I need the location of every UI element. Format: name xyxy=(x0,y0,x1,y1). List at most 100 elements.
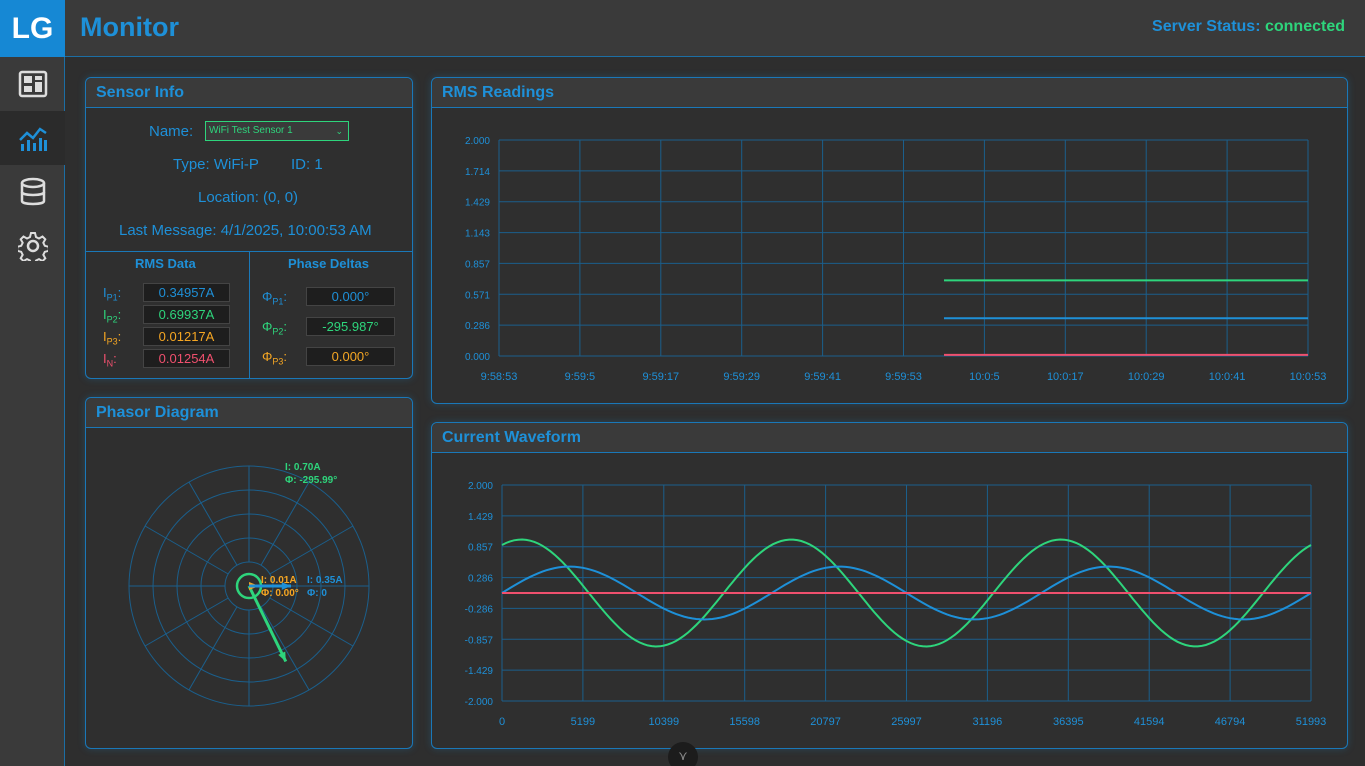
sensor-info-title: Sensor Info xyxy=(86,78,412,108)
y-tick-label: 0.000 xyxy=(465,352,490,363)
rms-readings-chart: 2.000 1.714 1.429 1.143 0.857 0.571 0.286 0.000… xyxy=(465,136,1327,383)
phasor-diagram-title: Phasor Diagram xyxy=(86,398,412,428)
x-tick-label: 20797 xyxy=(810,716,841,728)
phasor-label: Φ: 0 xyxy=(307,588,327,599)
sidebar xyxy=(0,57,65,766)
database-icon xyxy=(20,177,45,206)
x-tick-label: 9:59:53 xyxy=(885,371,922,383)
app-logo[interactable]: LG xyxy=(0,0,65,57)
x-tick-label: 31196 xyxy=(973,716,1003,728)
rms-label: IP2: xyxy=(103,307,122,325)
x-tick-label: 46794 xyxy=(1215,716,1246,728)
phase-label: ΦP3: xyxy=(262,349,288,367)
sensor-id: ID: 1 xyxy=(291,156,323,173)
phase-value: -295.987° xyxy=(306,317,395,336)
x-tick-label: 9:59:17 xyxy=(642,371,679,383)
server-status-label: Server Status: xyxy=(1152,18,1261,35)
y-tick-label: 2.000 xyxy=(468,481,493,492)
phasor-spoke xyxy=(269,597,354,647)
phasor-spoke xyxy=(188,606,238,691)
x-tick-label: 51993 xyxy=(1296,716,1327,728)
rms-data-heading: RMS Data xyxy=(135,256,196,271)
y-tick-label: 0.286 xyxy=(465,321,490,332)
current-waveform-panel: Current Waveform 2.000 1.429 0.857 0.286 -0.… xyxy=(431,422,1348,749)
y-tick-label: -2.000 xyxy=(465,697,494,708)
x-tick-label: 10:0:5 xyxy=(969,371,1000,383)
sensor-name-label: Name: xyxy=(149,123,194,140)
sidebar-item-settings[interactable] xyxy=(0,219,65,273)
phase-label: ΦP2: xyxy=(262,319,288,337)
gear-icon xyxy=(17,232,48,261)
phasor-label: I: 0.35A xyxy=(307,575,343,586)
x-tick-label: 9:59:41 xyxy=(804,371,841,383)
y-tick-label: 0.571 xyxy=(465,290,490,301)
rms-readings-title: RMS Readings xyxy=(432,78,1347,108)
phase-value: 0.000° xyxy=(306,287,395,306)
y-tick-label: 0.286 xyxy=(468,574,493,585)
phase-value: 0.000° xyxy=(306,347,395,366)
dashboard-icon xyxy=(18,70,47,98)
y-tick-label: -0.286 xyxy=(465,604,494,615)
phasor-spoke xyxy=(188,481,238,566)
x-tick-label: 9:59:5 xyxy=(565,371,596,383)
rms-label: IP1: xyxy=(103,285,122,303)
rms-value: 0.01254A xyxy=(143,349,230,368)
x-tick-label: 9:59:29 xyxy=(723,371,760,383)
divider xyxy=(249,251,250,378)
x-tick-label: 10:0:17 xyxy=(1047,371,1084,383)
chart-icon xyxy=(18,127,47,151)
y-tick-label: 1.429 xyxy=(468,512,493,523)
x-tick-label: 10:0:41 xyxy=(1209,371,1246,383)
current-waveform-chart: 2.000 1.429 0.857 0.286 -0.286 -0.857 -1.429 -2… xyxy=(465,481,1327,728)
rms-value: 0.69937A xyxy=(143,305,230,324)
phasor-label: Φ: 0.00° xyxy=(261,588,299,599)
phasor-diagram: I: 0.35A Φ: 0 I: 0.70A Φ: -295.99° I: 0.01A Φ… xyxy=(128,462,370,707)
phasor-spoke xyxy=(260,606,310,691)
sidebar-item-database[interactable] xyxy=(0,165,65,219)
y-tick-label: -0.857 xyxy=(465,635,494,646)
y-tick-label: 1.714 xyxy=(465,167,490,178)
y-tick-label: 2.000 xyxy=(465,136,490,147)
rms-value: 0.01217A xyxy=(143,327,230,346)
y-tick-label: 1.429 xyxy=(465,198,490,209)
phasor-label: I: 0.70A xyxy=(285,462,321,473)
sidebar-item-monitor[interactable] xyxy=(0,111,65,165)
x-tick-label: 9:58:53 xyxy=(481,371,518,383)
page-title: Monitor xyxy=(80,12,179,42)
phasor-spoke xyxy=(144,597,229,647)
phasor-label: I: 0.01A xyxy=(261,575,297,586)
x-tick-label: 36395 xyxy=(1053,716,1084,728)
phasor-label: Φ: -295.99° xyxy=(285,475,337,486)
chevron-down-icon: ⌄ xyxy=(335,126,343,136)
phase-label: ΦP1: xyxy=(262,289,288,307)
phasor-diagram-panel: Phasor Diagram I: 0.35A Φ: 0 I: 0.70A Φ: -2… xyxy=(85,397,413,749)
x-tick-label: 10399 xyxy=(649,716,680,728)
server-status: Server Status: connected xyxy=(1152,18,1345,36)
x-tick-label: 5199 xyxy=(571,716,595,728)
server-status-value: connected xyxy=(1264,18,1345,35)
top-bar: LG Monitor Server Status: connected xyxy=(0,0,1365,57)
y-tick-label: 0.857 xyxy=(465,259,490,270)
rms-label: IN: xyxy=(103,351,117,369)
sidebar-item-dashboard[interactable] xyxy=(0,57,65,111)
sensor-name-select[interactable]: WiFi Test Sensor 1 ⌄ xyxy=(205,121,349,141)
phasor-spoke xyxy=(269,525,354,575)
x-tick-label: 10:0:53 xyxy=(1290,371,1327,383)
x-tick-label: 10:0:29 xyxy=(1128,371,1165,383)
x-tick-label: 41594 xyxy=(1134,716,1165,728)
sensor-info-panel: Sensor Info Name: WiFi Test Sensor 1 ⌄ T… xyxy=(85,77,413,379)
y-tick-label: 1.143 xyxy=(465,229,490,240)
rms-value: 0.34957A xyxy=(143,283,230,302)
sensor-type: Type: WiFi-P xyxy=(173,156,259,173)
rms-label: IP3: xyxy=(103,329,122,347)
phasor-spoke xyxy=(144,525,229,575)
x-tick-label: 0 xyxy=(499,716,505,728)
sensor-last-message: Last Message: 4/1/2025, 10:00:53 AM xyxy=(119,222,372,239)
current-waveform-title: Current Waveform xyxy=(432,423,1347,453)
y-tick-label: 0.857 xyxy=(468,543,493,554)
x-tick-label: 15598 xyxy=(729,716,760,728)
scroll-down-button[interactable]: ⋎ xyxy=(668,742,698,766)
sensor-location: Location: (0, 0) xyxy=(198,189,299,206)
phasor-spoke xyxy=(260,481,310,566)
sensor-name-value: WiFi Test Sensor 1 xyxy=(209,125,293,136)
